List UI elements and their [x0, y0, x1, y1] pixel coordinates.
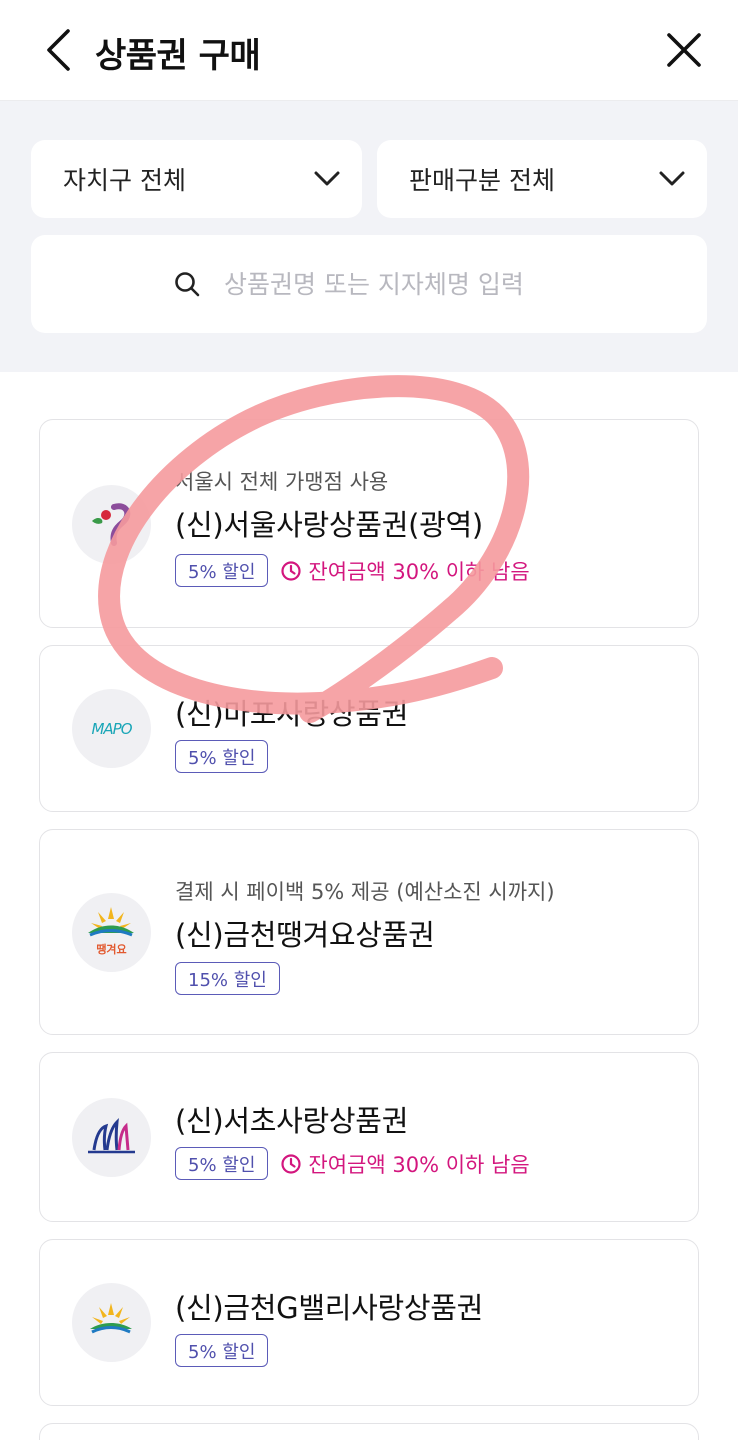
sale-type-select[interactable]: 판매구분 전체	[377, 140, 707, 218]
remaining-warning-text: 잔여금액 30% 이하 남음	[308, 1152, 530, 1177]
sale-type-select-label: 판매구분 전체	[409, 166, 555, 195]
filter-area: 자치구 전체 판매구분 전체	[0, 101, 738, 372]
voucher-card-partial[interactable]	[39, 1423, 699, 1440]
geumcheon-gvalley-logo-icon	[72, 1283, 151, 1362]
voucher-tags: 15% 할인	[175, 962, 280, 995]
voucher-name: (신)서울사랑상품권(광역)	[175, 508, 483, 542]
discount-badge: 15% 할인	[175, 962, 280, 995]
voucher-card-seoul[interactable]: 서울시 전체 가맹점 사용 (신)서울사랑상품권(광역) 5% 할인 잔여금액 …	[39, 419, 699, 628]
voucher-subtitle: 결제 시 페이백 5% 제공 (예산소진 시까지)	[175, 880, 555, 904]
close-button[interactable]	[660, 26, 708, 74]
back-button[interactable]	[36, 26, 80, 74]
clock-icon	[281, 1153, 302, 1174]
discount-badge: 5% 할인	[175, 740, 269, 773]
discount-badge: 5% 할인	[175, 1147, 269, 1180]
discount-badge: 5% 할인	[175, 1334, 269, 1367]
district-select[interactable]: 자치구 전체	[31, 140, 362, 218]
search-box[interactable]	[31, 235, 707, 333]
seoul-logo-icon	[72, 485, 151, 564]
remaining-warning: 잔여금액 30% 이하 남음	[280, 556, 530, 586]
page-title: 상품권 구매	[95, 36, 261, 76]
voucher-card-geumcheon-gvalley[interactable]: (신)금천G밸리사랑상품권 5% 할인	[39, 1239, 699, 1406]
voucher-subtitle: 서울시 전체 가맹점 사용	[175, 470, 389, 494]
voucher-tags: 5% 할인	[175, 740, 269, 773]
geumcheon-ddanggyeoyo-logo-icon: 땡겨요	[72, 893, 151, 972]
mapo-logo-text: MAPO	[91, 719, 132, 738]
voucher-card-geumcheon-ddanggyeoyo[interactable]: 땡겨요 결제 시 페이백 5% 제공 (예산소진 시까지) (신)금천땡겨요상품…	[39, 829, 699, 1035]
chevron-left-icon	[47, 29, 70, 71]
clock-icon	[281, 560, 302, 581]
chevron-down-icon	[314, 171, 340, 186]
remaining-warning: 잔여금액 30% 이하 남음	[280, 1149, 530, 1179]
voucher-name: (신)금천땡겨요상품권	[175, 918, 435, 952]
district-select-label: 자치구 전체	[63, 166, 186, 195]
remaining-warning-text: 잔여금액 30% 이하 남음	[308, 559, 530, 584]
mapo-logo-icon: MAPO	[72, 689, 151, 768]
discount-badge: 5% 할인	[175, 554, 269, 587]
seocho-logo-icon	[72, 1098, 151, 1177]
voucher-card-mapo[interactable]: MAPO (신)마포사랑상품권 5% 할인	[39, 645, 699, 812]
voucher-card-seocho[interactable]: (신)서초사랑상품권 5% 할인 잔여금액 30% 이하 남음	[39, 1052, 699, 1222]
ddanggyeoyo-logo-text: 땡겨요	[96, 943, 127, 956]
close-icon	[667, 33, 701, 67]
search-icon	[175, 272, 200, 297]
chevron-down-icon	[659, 171, 685, 186]
voucher-name: (신)서초사랑상품권	[175, 1104, 409, 1138]
voucher-name: (신)마포사랑상품권	[175, 697, 409, 731]
header: 상품권 구매	[0, 0, 738, 101]
search-input[interactable]	[224, 269, 564, 299]
voucher-tags: 5% 할인	[175, 1334, 269, 1367]
voucher-tags: 5% 할인 잔여금액 30% 이하 남음	[175, 1147, 530, 1180]
voucher-tags: 5% 할인 잔여금액 30% 이하 남음	[175, 554, 530, 587]
voucher-name: (신)금천G밸리사랑상품권	[175, 1291, 484, 1325]
